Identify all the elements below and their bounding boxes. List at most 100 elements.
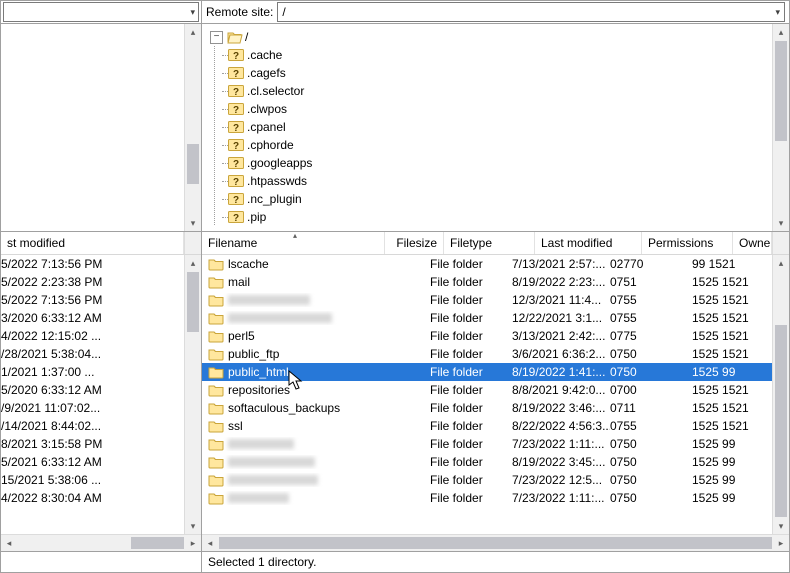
remote-tree[interactable]: − / .cache.cagefs.cl.selector.clwpos.cpa… xyxy=(202,24,789,231)
cell-filetype: File folder xyxy=(430,381,512,399)
remote-path-dropdown[interactable]: / ▾ xyxy=(277,2,785,22)
tree-item-label: .clwpos xyxy=(247,100,287,118)
cell-lastmod: 8/19/2022 2:23:... xyxy=(512,273,610,291)
tree-item-label: .htpasswds xyxy=(247,172,307,190)
cell-lastmod: 7/23/2022 12:5... xyxy=(512,471,610,489)
unknown-folder-icon xyxy=(228,174,244,188)
scroll-thumb[interactable] xyxy=(219,537,772,549)
local-tree[interactable]: ▴ ▾ xyxy=(1,24,201,231)
tree-root[interactable]: − / xyxy=(210,28,789,46)
tree-item[interactable]: .googleapps xyxy=(228,154,789,172)
tree-item[interactable]: .cpanel xyxy=(228,118,789,136)
table-row[interactable]: File folder7/23/2022 12:5...07501525 99 xyxy=(202,471,789,489)
tree-item[interactable]: .cache xyxy=(228,46,789,64)
tree-collapse-icon[interactable]: − xyxy=(210,31,223,44)
cell-permissions: 02770 xyxy=(610,255,692,273)
tree-item-label: .cagefs xyxy=(247,64,286,82)
col-header-lastmod[interactable]: Last modified xyxy=(535,232,642,254)
scroll-down-icon[interactable]: ▾ xyxy=(773,215,789,231)
remote-list-hscroll[interactable]: ◂ ▸ xyxy=(202,534,789,551)
folder-icon xyxy=(208,473,224,487)
tree-item[interactable]: .cphorde xyxy=(228,136,789,154)
chevron-down-icon: ▾ xyxy=(775,7,780,18)
tree-item[interactable]: .nc_plugin xyxy=(228,190,789,208)
list-item[interactable]: 15/2021 5:38:06 ... xyxy=(1,471,201,489)
table-row[interactable]: public_htmlFile folder8/19/2022 1:41:...… xyxy=(202,363,789,381)
scroll-thumb[interactable] xyxy=(775,325,787,517)
table-row[interactable]: File folder8/19/2022 3:45:...07501525 99 xyxy=(202,453,789,471)
table-row[interactable]: mailFile folder8/19/2022 2:23:...0751152… xyxy=(202,273,789,291)
sort-asc-icon: ▴ xyxy=(293,232,297,240)
tree-item[interactable]: .clwpos xyxy=(228,100,789,118)
col-header-permissions[interactable]: Permissions xyxy=(642,232,733,254)
local-path-dropdown[interactable]: ▾ xyxy=(3,2,199,22)
list-item[interactable]: 5/2022 7:13:56 PM xyxy=(1,255,201,273)
list-item[interactable]: /9/2021 11:07:02... xyxy=(1,399,201,417)
scroll-left-icon[interactable]: ◂ xyxy=(202,535,218,551)
table-row[interactable]: File folder12/22/2021 3:1...07551525 152… xyxy=(202,309,789,327)
cell-filename: public_html xyxy=(208,363,380,381)
list-item[interactable]: 5/2022 2:23:38 PM xyxy=(1,273,201,291)
cell-filename: mail xyxy=(208,273,380,291)
table-row[interactable]: File folder7/23/2022 1:11:...07501525 99 xyxy=(202,435,789,453)
remote-tree-scrollbar[interactable]: ▴ ▾ xyxy=(772,24,789,231)
list-item[interactable]: /28/2021 5:38:04... xyxy=(1,345,201,363)
list-item[interactable]: /14/2021 8:44:02... xyxy=(1,417,201,435)
unknown-folder-icon xyxy=(228,120,244,134)
col-header-filename[interactable]: Filename ▴ xyxy=(202,232,385,254)
local-list-panel: st modified 5/2022 7:13:56 PM5/2022 2:23… xyxy=(1,232,202,572)
list-item[interactable]: 1/2021 1:37:00 ... xyxy=(1,363,201,381)
list-item[interactable]: 5/2020 6:33:12 AM xyxy=(1,381,201,399)
tree-item[interactable]: .htpasswds xyxy=(228,172,789,190)
list-item[interactable]: 4/2022 8:30:04 AM xyxy=(1,489,201,507)
table-row[interactable]: File folder12/3/2021 11:4...07551525 152… xyxy=(202,291,789,309)
scroll-down-icon[interactable]: ▾ xyxy=(185,215,201,231)
scroll-down-icon[interactable]: ▾ xyxy=(185,518,201,534)
table-row[interactable]: sslFile folder8/22/2022 4:56:3...0755152… xyxy=(202,417,789,435)
list-item[interactable]: 5/2022 7:13:56 PM xyxy=(1,291,201,309)
scroll-right-icon[interactable]: ▸ xyxy=(185,535,201,551)
list-item[interactable]: 5/2021 6:33:12 AM xyxy=(1,453,201,471)
folder-icon xyxy=(208,275,224,289)
scroll-thumb[interactable] xyxy=(187,272,199,332)
col-header-filetype[interactable]: Filetype xyxy=(444,232,535,254)
unknown-folder-icon xyxy=(228,138,244,152)
col-header-filesize[interactable]: Filesize xyxy=(385,232,444,254)
tree-item[interactable]: .cagefs xyxy=(228,64,789,82)
tree-item[interactable]: .cl.selector xyxy=(228,82,789,100)
scroll-up-icon[interactable]: ▴ xyxy=(185,255,201,271)
remote-list-header: Filename ▴ Filesize Filetype Last modifi… xyxy=(202,232,789,255)
cell-filetype: File folder xyxy=(430,435,512,453)
list-item[interactable]: 3/2020 6:33:12 AM xyxy=(1,309,201,327)
col-header-lastmod[interactable]: st modified xyxy=(1,232,184,254)
remote-list[interactable]: lscacheFile folder7/13/2021 2:57:...0277… xyxy=(202,255,789,534)
table-row[interactable]: softaculous_backupsFile folder8/19/2022 … xyxy=(202,399,789,417)
scroll-up-icon[interactable]: ▴ xyxy=(185,24,201,40)
remote-list-scrollbar[interactable]: ▴ ▾ xyxy=(772,255,789,534)
scroll-up-icon[interactable]: ▴ xyxy=(773,24,789,40)
scroll-left-icon[interactable]: ◂ xyxy=(1,535,17,551)
col-header-owner[interactable]: Owner/Group xyxy=(733,232,772,254)
local-tree-scrollbar[interactable]: ▴ ▾ xyxy=(184,24,201,231)
table-row[interactable]: perl5File folder3/13/2021 2:42:...077515… xyxy=(202,327,789,345)
scroll-right-icon[interactable]: ▸ xyxy=(773,535,789,551)
scroll-up-icon[interactable]: ▴ xyxy=(773,255,789,271)
list-item[interactable]: 8/2021 3:15:58 PM xyxy=(1,435,201,453)
table-row[interactable]: public_ftpFile folder3/6/2021 6:36:2...0… xyxy=(202,345,789,363)
cell-filename xyxy=(208,437,380,451)
table-row[interactable]: File folder7/23/2022 1:11:...07501525 99 xyxy=(202,489,789,507)
scroll-down-icon[interactable]: ▾ xyxy=(773,518,789,534)
local-list[interactable]: 5/2022 7:13:56 PM5/2022 2:23:38 PM5/2022… xyxy=(1,255,201,534)
local-list-hscroll[interactable]: ◂ ▸ xyxy=(1,534,201,551)
remote-site-label: Remote site: xyxy=(206,5,273,19)
tree-item[interactable]: .pip xyxy=(228,208,789,226)
table-row[interactable]: lscacheFile folder7/13/2021 2:57:...0277… xyxy=(202,255,789,273)
cell-lastmod: 12/3/2021 11:4... xyxy=(512,291,610,309)
scroll-thumb[interactable] xyxy=(131,537,184,549)
scroll-thumb[interactable] xyxy=(187,144,199,184)
cell-filetype: File folder xyxy=(430,363,512,381)
list-item[interactable]: 4/2022 12:15:02 ... xyxy=(1,327,201,345)
local-list-scrollbar[interactable]: ▴ ▾ xyxy=(184,255,201,534)
scroll-thumb[interactable] xyxy=(775,41,787,141)
table-row[interactable]: repositoriesFile folder8/8/2021 9:42:0..… xyxy=(202,381,789,399)
